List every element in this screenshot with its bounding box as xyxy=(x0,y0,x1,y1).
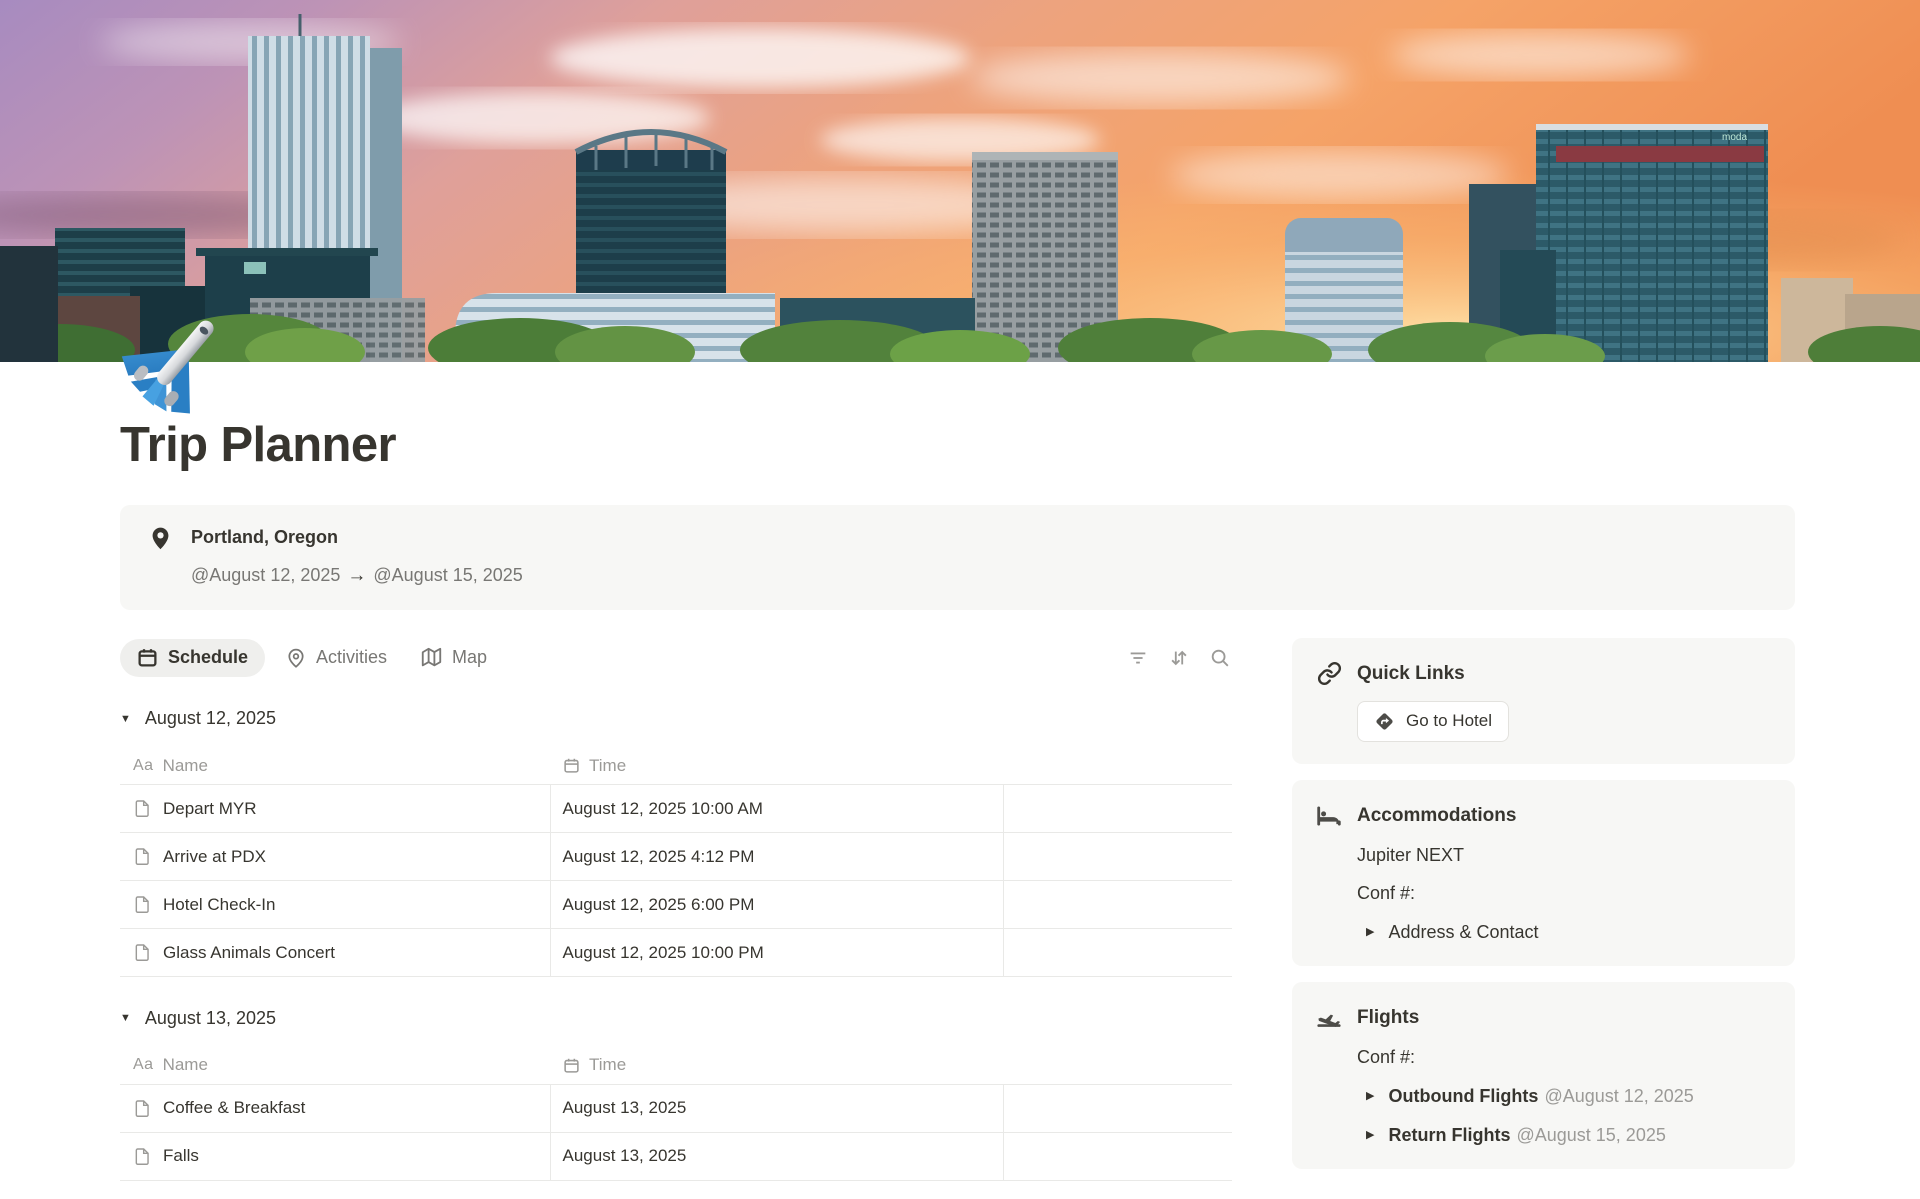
toggle-triangle-icon: ▶ xyxy=(1366,1084,1374,1108)
filter-icon[interactable] xyxy=(1126,646,1150,670)
sort-icon[interactable] xyxy=(1167,646,1191,670)
tab-activities[interactable]: Activities xyxy=(273,639,400,677)
page-icon xyxy=(133,847,152,866)
page-icon xyxy=(133,895,152,914)
trip-dates: @August 12, 2025 → @August 15, 2025 xyxy=(191,563,523,588)
quick-links-title: Quick Links xyxy=(1357,663,1465,685)
schedule-table-aug-12: AaName Time xyxy=(120,747,1232,978)
go-to-hotel-label: Go to Hotel xyxy=(1406,711,1492,731)
table-row[interactable]: Arrive at PDX August 12, 2025 4:12 PM xyxy=(120,833,1232,881)
trip-callout: Portland, Oregon @August 12, 2025→@Augus… xyxy=(120,505,1795,610)
trip-start-date[interactable]: @August 12, 2025 xyxy=(191,565,340,585)
column-header-name[interactable]: AaName xyxy=(120,1046,550,1084)
link-icon xyxy=(1316,661,1342,687)
accommodations-card: Accommodations Jupiter NEXT Conf #: ▶ Ad… xyxy=(1292,780,1795,966)
cover-image: moda xyxy=(0,0,1920,362)
address-contact-toggle[interactable]: ▶ Address & Contact xyxy=(1357,920,1771,944)
flights-card: Flights Conf #: ▶ Outbound Flights @Augus… xyxy=(1292,982,1795,1169)
table-row[interactable]: Falls August 13, 2025 xyxy=(120,1132,1232,1180)
flights-title: Flights xyxy=(1357,1007,1419,1029)
page-icon-airplane[interactable] xyxy=(118,304,234,420)
tab-map-label: Map xyxy=(452,647,487,668)
calendar-icon xyxy=(563,1057,580,1074)
text-property-icon: Aa xyxy=(133,1056,154,1074)
table-row[interactable]: Hotel Check-In August 12, 2025 6:00 PM xyxy=(120,881,1232,929)
tab-map[interactable]: Map xyxy=(408,639,500,677)
table-row[interactable]: Coffee & Breakfast August 13, 2025 xyxy=(120,1084,1232,1132)
collapse-triangle-icon: ▼ xyxy=(120,1012,131,1024)
toggle-triangle-icon: ▶ xyxy=(1366,920,1374,944)
portland-skyline-illustration: moda xyxy=(0,0,1920,362)
outbound-date-mention[interactable]: @August 12, 2025 xyxy=(1544,1086,1693,1106)
tab-schedule[interactable]: Schedule xyxy=(120,639,265,677)
text-property-icon: Aa xyxy=(133,757,154,775)
calendar-icon xyxy=(137,647,158,668)
calendar-icon xyxy=(563,757,580,774)
bed-icon xyxy=(1316,803,1342,829)
tab-activities-label: Activities xyxy=(316,647,387,668)
date-range-arrow: → xyxy=(347,565,366,586)
address-contact-label: Address & Contact xyxy=(1388,920,1538,944)
table-row[interactable]: Glass Animals Concert August 12, 2025 10… xyxy=(120,929,1232,977)
group-date-label: August 12, 2025 xyxy=(145,708,276,729)
schedule-group-aug-12: ▼ August 12, 2025 AaName xyxy=(120,703,1232,978)
pin-icon xyxy=(286,648,306,668)
column-header-time[interactable]: Time xyxy=(550,747,1003,785)
schedule-group-aug-13: ▼ August 13, 2025 AaName xyxy=(120,1002,1232,1181)
tab-schedule-label: Schedule xyxy=(168,647,248,668)
schedule-table-aug-13: AaName Time xyxy=(120,1046,1232,1181)
column-header-name[interactable]: AaName xyxy=(120,747,550,785)
hotel-conf-label: Conf #: xyxy=(1357,882,1771,905)
page-icon xyxy=(133,799,152,818)
page-icon xyxy=(133,1099,152,1118)
group-toggle-aug-13[interactable]: ▼ August 13, 2025 xyxy=(120,1002,1232,1034)
map-icon xyxy=(421,647,442,668)
group-toggle-aug-12[interactable]: ▼ August 12, 2025 xyxy=(120,703,1232,735)
page-title: Trip Planner xyxy=(120,416,1795,475)
view-toolbar: Schedule Activities Map xyxy=(120,638,1232,678)
table-row[interactable]: Depart MYR August 12, 2025 10:00 AM xyxy=(120,785,1232,833)
toggle-triangle-icon: ▶ xyxy=(1366,1123,1374,1147)
page-icon xyxy=(133,943,152,962)
group-date-label: August 13, 2025 xyxy=(145,1008,276,1029)
svg-text:moda: moda xyxy=(1722,132,1747,143)
outbound-flights-label: Outbound Flights xyxy=(1388,1086,1538,1106)
directions-icon xyxy=(1374,711,1395,732)
return-date-mention[interactable]: @August 15, 2025 xyxy=(1516,1125,1665,1145)
plane-takeoff-icon xyxy=(1316,1005,1342,1031)
go-to-hotel-button[interactable]: Go to Hotel xyxy=(1357,701,1509,742)
search-icon[interactable] xyxy=(1208,646,1232,670)
outbound-flights-toggle[interactable]: ▶ Outbound Flights @August 12, 2025 xyxy=(1357,1084,1771,1108)
return-flights-label: Return Flights xyxy=(1388,1125,1510,1145)
page-icon xyxy=(133,1147,152,1166)
trip-location: Portland, Oregon xyxy=(191,525,523,549)
airplane-emoji-icon xyxy=(118,304,234,420)
quick-links-card: Quick Links Go to Hotel xyxy=(1292,638,1795,764)
location-pin-icon xyxy=(148,526,173,588)
hotel-name: Jupiter NEXT xyxy=(1357,844,1771,867)
flights-conf-label: Conf #: xyxy=(1357,1046,1771,1069)
collapse-triangle-icon: ▼ xyxy=(120,713,131,725)
column-header-time[interactable]: Time xyxy=(550,1046,1003,1084)
return-flights-toggle[interactable]: ▶ Return Flights @August 15, 2025 xyxy=(1357,1123,1771,1147)
accommodations-title: Accommodations xyxy=(1357,805,1516,827)
trip-end-date[interactable]: @August 15, 2025 xyxy=(373,565,522,585)
